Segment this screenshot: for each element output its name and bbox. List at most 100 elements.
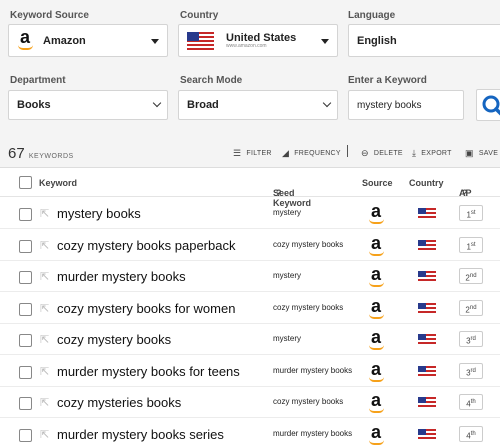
us-flag-icon (418, 334, 436, 345)
ap-badge: 3rd (459, 362, 483, 379)
export-button[interactable]: ⤓ EXPORT (412, 148, 452, 159)
ap-suffix: nd (469, 304, 477, 311)
table-row[interactable]: ⇱ mystery books mystery a 1st (0, 198, 500, 229)
table-row[interactable]: ⇱ murder mystery books mystery a 2nd (0, 261, 500, 292)
external-link-icon[interactable]: ⇱ (40, 239, 49, 252)
row-checkbox[interactable] (19, 208, 32, 221)
delete-label: DELETE (373, 150, 403, 157)
amazon-icon: a (368, 264, 386, 289)
ap-badge: 3rd (459, 331, 483, 347)
keyword-text[interactable]: cozy mystery books for women (57, 301, 235, 316)
toolbar-divider (347, 145, 348, 157)
keyword-count: 67 KEYWORDS (8, 145, 74, 162)
select-all-checkbox[interactable] (19, 176, 32, 189)
external-link-icon[interactable]: ⇱ (40, 270, 49, 283)
external-link-icon[interactable]: ⇱ (40, 302, 49, 315)
search-mode-label: Search Mode (180, 75, 243, 86)
sliders-icon: ☰ (233, 148, 242, 158)
table-row[interactable]: ⇱ cozy mystery books for women cozy myster… (0, 293, 500, 324)
us-flag-icon (418, 239, 436, 251)
table-row[interactable]: ⇱ cozy mystery books paperback cozy myster… (0, 230, 500, 261)
seed-keyword-text: mystery (273, 271, 301, 280)
save-label: SAVE (478, 150, 499, 157)
floppy-icon: ▣ (465, 148, 474, 158)
search-mode-value: Broad (187, 99, 219, 111)
amazon-icon: a (368, 327, 386, 352)
country-value: United States (226, 31, 297, 44)
us-flag-icon (418, 365, 436, 377)
col-country[interactable]: Country (409, 178, 444, 188)
external-link-icon[interactable]: ⇱ (40, 428, 49, 441)
department-label: Department (10, 75, 66, 86)
keyword-table: Keyword Seed Keyword? Source Country AP?… (0, 167, 500, 448)
chart-icon: ◢ (282, 148, 290, 158)
table-row[interactable]: ⇱ cozy mystery books mystery a 3rd (0, 324, 500, 355)
country-domain: www.amazon.com (226, 42, 267, 49)
row-checkbox[interactable] (19, 302, 32, 316)
keyword-input[interactable]: mystery books (348, 90, 464, 120)
amazon-icon: a (368, 233, 386, 258)
language-label: Language (348, 10, 396, 21)
amazon-icon: a (368, 201, 386, 226)
row-checkbox[interactable] (19, 365, 32, 379)
ap-badge: 4th (459, 394, 483, 410)
external-link-icon[interactable]: ⇱ (40, 333, 49, 346)
row-checkbox[interactable] (19, 271, 32, 284)
minus-circle-icon: ⊖ (361, 148, 369, 158)
us-flag-icon (418, 208, 436, 219)
save-button[interactable]: ▣ SAVE (465, 148, 498, 159)
keyword-source-select[interactable]: a Amazon (8, 24, 168, 57)
department-select[interactable]: Books (8, 90, 168, 120)
seed-keyword-text: mystery (273, 208, 301, 217)
search-icon (482, 95, 500, 116)
filter-button[interactable]: ☰ FILTER (233, 148, 272, 159)
search-mode-select[interactable]: Broad (178, 90, 338, 120)
ap-suffix: rd (470, 367, 476, 374)
seed-keyword-text: cozy mystery books (273, 239, 344, 249)
ap-suffix: nd (469, 273, 477, 279)
keyword-source-value: Amazon (43, 34, 86, 47)
caret-down-icon (151, 38, 159, 44)
frequency-label: FREQUENCY (294, 150, 341, 157)
table-row[interactable]: ⇱ cozy mysteries books cozy mystery books a… (0, 387, 500, 418)
seed-keyword-text: mystery (273, 334, 301, 343)
keyword-input-value: mystery books (357, 99, 422, 111)
keyword-text[interactable]: murder mystery books for teens (57, 364, 240, 379)
row-checkbox[interactable] (19, 334, 32, 347)
help-icon: ? (462, 188, 468, 198)
external-link-icon[interactable]: ⇱ (40, 207, 49, 220)
keyword-text[interactable]: murder mystery books series (57, 427, 224, 442)
keyword-count-value: 67 (8, 145, 25, 162)
external-link-icon[interactable]: ⇱ (40, 365, 49, 378)
keyword-text[interactable]: cozy mysteries books (57, 395, 181, 410)
row-checkbox[interactable] (19, 397, 32, 410)
external-link-icon[interactable]: ⇱ (40, 396, 49, 409)
table-row[interactable]: ⇱ murder mystery books for teens murder my… (0, 356, 500, 387)
keyword-text[interactable]: cozy mystery books (57, 332, 171, 347)
amazon-icon: a (368, 422, 386, 447)
help-icon: ? (276, 188, 282, 198)
delete-button[interactable]: ⊖ DELETE (361, 148, 403, 159)
keyword-text[interactable]: mystery books (57, 206, 141, 221)
keyword-input-label: Enter a Keyword (348, 75, 427, 86)
row-checkbox[interactable] (19, 428, 32, 442)
search-button[interactable] (476, 89, 500, 121)
us-flag-icon (418, 271, 436, 282)
ap-badge: 2nd (459, 268, 483, 284)
col-source[interactable]: Source (362, 178, 393, 188)
country-select[interactable]: United States www.amazon.com (178, 24, 338, 57)
caret-down-icon (321, 38, 329, 44)
keyword-count-label: KEYWORDS (28, 153, 74, 160)
frequency-button[interactable]: ◢ FREQUENCY (282, 148, 341, 159)
seed-keyword-text: cozy mystery books (273, 397, 344, 406)
row-checkbox[interactable] (19, 239, 32, 253)
table-row[interactable]: ⇱ murder mystery books series murder myste… (0, 419, 500, 448)
seed-keyword-text: murder mystery books (273, 365, 353, 375)
keyword-text[interactable]: cozy mystery books paperback (57, 238, 235, 253)
us-flag-icon (418, 302, 436, 314)
filter-label: FILTER (246, 150, 272, 157)
keyword-text[interactable]: murder mystery books (57, 269, 186, 284)
amazon-icon: a (368, 359, 386, 384)
download-icon: ⤓ (412, 148, 417, 158)
language-select[interactable]: English (348, 24, 500, 57)
